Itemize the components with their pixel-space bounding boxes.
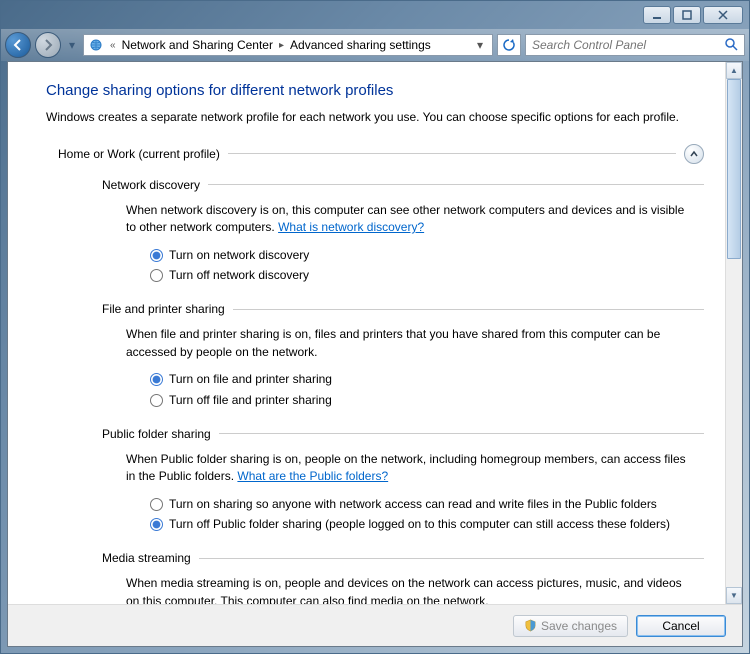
radio-file-printer-on[interactable]: Turn on file and printer sharing	[150, 371, 692, 388]
navigation-bar: ▾ « Network and Sharing Center ▸ Advance…	[1, 29, 749, 61]
minimize-button[interactable]	[643, 6, 671, 24]
section-title: File and printer sharing	[102, 302, 225, 316]
section-title: Public folder sharing	[102, 427, 211, 441]
scroll-down-button[interactable]: ▼	[726, 587, 742, 604]
forward-button[interactable]	[35, 32, 61, 58]
scroll-up-button[interactable]: ▲	[726, 62, 742, 79]
section-media-streaming: Media streaming When media streaming is …	[46, 551, 704, 604]
section-description: When media streaming is on, people and d…	[126, 575, 692, 604]
section-title: Media streaming	[102, 551, 191, 565]
scroll-thumb[interactable]	[727, 79, 741, 259]
radio-public-folder-on[interactable]: Turn on sharing so anyone with network a…	[150, 496, 692, 513]
radio-input[interactable]	[150, 498, 163, 511]
radio-network-discovery-on[interactable]: Turn on network discovery	[150, 247, 692, 264]
back-button[interactable]	[5, 32, 31, 58]
search-input[interactable]	[530, 37, 724, 53]
scroll-region: Change sharing options for different net…	[8, 62, 742, 604]
maximize-button[interactable]	[673, 6, 701, 24]
breadcrumb-chevron-icon[interactable]: ▸	[277, 40, 286, 51]
radio-file-printer-off[interactable]: Turn off file and printer sharing	[150, 392, 692, 409]
breadcrumb-advanced-sharing[interactable]: Advanced sharing settings	[290, 38, 431, 52]
page-description: Windows creates a separate network profi…	[46, 109, 704, 126]
profile-label: Home or Work (current profile)	[58, 147, 220, 161]
section-description: When network discovery is on, this compu…	[126, 202, 692, 237]
nav-history-dropdown[interactable]: ▾	[65, 35, 79, 55]
section-description: When Public folder sharing is on, people…	[126, 451, 692, 486]
section-file-printer-sharing: File and printer sharing When file and p…	[46, 302, 704, 409]
radio-network-discovery-off[interactable]: Turn off network discovery	[150, 267, 692, 284]
radio-group-public-folder: Turn on sharing so anyone with network a…	[126, 496, 692, 534]
radio-public-folder-off[interactable]: Turn off Public folder sharing (people l…	[150, 516, 692, 533]
radio-group-network-discovery: Turn on network discovery Turn off netwo…	[126, 247, 692, 285]
divider	[208, 184, 704, 185]
control-panel-window: ▾ « Network and Sharing Center ▸ Advance…	[0, 0, 750, 654]
section-public-folder-sharing: Public folder sharing When Public folder…	[46, 427, 704, 534]
radio-input[interactable]	[150, 518, 163, 531]
address-bar-dropdown[interactable]: ▾	[472, 38, 488, 52]
vertical-scrollbar[interactable]: ▲ ▼	[725, 62, 742, 604]
save-changes-button[interactable]: Save changes	[513, 615, 628, 637]
button-bar: Save changes Cancel	[8, 604, 742, 646]
divider	[233, 309, 704, 310]
divider	[228, 153, 676, 154]
divider	[199, 558, 704, 559]
collapse-button[interactable]	[684, 144, 704, 164]
refresh-button[interactable]	[497, 34, 521, 56]
section-description: When file and printer sharing is on, fil…	[126, 326, 692, 361]
titlebar	[1, 1, 749, 29]
content-area: Change sharing options for different net…	[7, 61, 743, 647]
close-button[interactable]	[703, 6, 743, 24]
address-bar[interactable]: « Network and Sharing Center ▸ Advanced …	[83, 34, 493, 56]
section-title: Network discovery	[102, 178, 200, 192]
scroll-track[interactable]	[726, 79, 742, 587]
help-link-public-folders[interactable]: What are the Public folders?	[237, 469, 388, 483]
radio-input[interactable]	[150, 249, 163, 262]
section-network-discovery: Network discovery When network discovery…	[46, 178, 704, 285]
page-title: Change sharing options for different net…	[46, 82, 704, 99]
help-link-network-discovery[interactable]: What is network discovery?	[278, 220, 424, 234]
radio-input[interactable]	[150, 269, 163, 282]
cancel-button[interactable]: Cancel	[636, 615, 726, 637]
radio-group-file-printer: Turn on file and printer sharing Turn of…	[126, 371, 692, 409]
radio-input[interactable]	[150, 373, 163, 386]
network-icon	[88, 38, 104, 52]
breadcrumb-network-center[interactable]: Network and Sharing Center	[122, 38, 273, 52]
search-box[interactable]	[525, 34, 745, 56]
breadcrumb-root-chevron[interactable]: «	[108, 40, 118, 51]
profile-header: Home or Work (current profile)	[46, 144, 704, 164]
radio-input[interactable]	[150, 394, 163, 407]
divider	[219, 433, 704, 434]
shield-icon	[524, 619, 537, 632]
search-icon[interactable]	[724, 37, 740, 54]
